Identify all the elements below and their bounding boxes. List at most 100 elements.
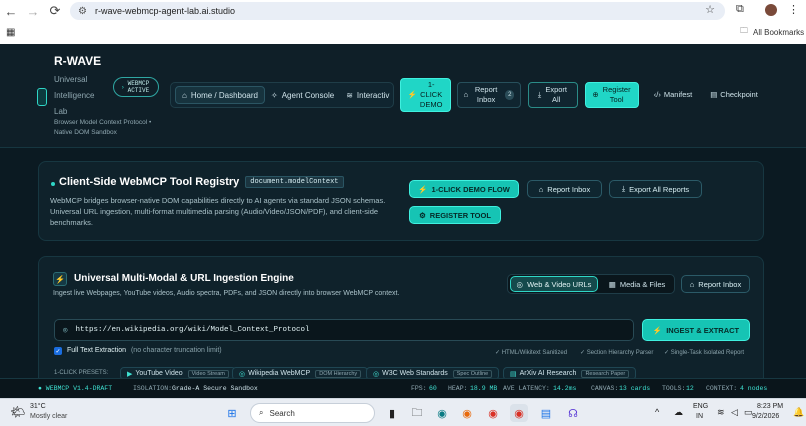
apps-grid-icon[interactable]: ▦: [6, 27, 15, 38]
ingest-report-inbox-button[interactable]: ⌂ Report Inbox: [681, 275, 750, 293]
tools-label: TOOLS:: [662, 385, 686, 392]
badge-section-parser: ✓ Section Hierarchy Parser: [580, 350, 654, 356]
folder-icon: 🗀: [740, 26, 748, 35]
fulltext-label: Full Text Extraction (no character trunc…: [67, 347, 222, 354]
weather-temp: 31°C: [30, 403, 46, 410]
plus-icon: ⚙: [419, 210, 426, 220]
site-info-icon[interactable]: ⚙: [78, 6, 87, 17]
registry-register-tool-button[interactable]: ⚙ REGISTER TOOL: [409, 206, 501, 224]
agent-icon: ✧: [271, 90, 278, 100]
tab-web-video[interactable]: ◎ Web & Video URLs: [510, 276, 598, 292]
forward-icon[interactable]: →: [22, 0, 44, 22]
home-icon: ⌂: [182, 90, 187, 100]
app-root: R-WAVE Universal Intelligence Lab Browse…: [0, 44, 806, 398]
canvas-label: CANVAS:: [591, 385, 619, 392]
fulltext-checkbox[interactable]: ✓: [54, 347, 62, 355]
canvas-value: 13 cards: [619, 385, 651, 392]
checkpoint-button[interactable]: ▤ Checkpoint: [704, 86, 764, 104]
heap-value: 18.9 MB: [470, 385, 498, 392]
tab-agent-console[interactable]: ✧ Agent Console: [265, 86, 340, 104]
file-explorer-icon[interactable]: ▮: [383, 404, 401, 422]
chrome-icon[interactable]: ◉: [484, 404, 502, 422]
cloud-icon[interactable]: ☁: [674, 407, 683, 418]
register-tool-button[interactable]: ⊕ Register Tool: [585, 82, 639, 108]
demo-flow-button[interactable]: ⚡ 1-CLICK DEMO FLOW: [409, 180, 519, 198]
demo-button[interactable]: ⚡ 1-CLICK DEMO: [400, 78, 451, 112]
chrome-active-icon[interactable]: ◉: [510, 404, 528, 422]
all-bookmarks-link[interactable]: All Bookmarks: [753, 28, 804, 37]
bookmark-star-icon[interactable]: ☆: [705, 3, 715, 16]
ingest-extract-button[interactable]: ⚡ INGEST & EXTRACT: [642, 319, 750, 341]
spark-icon: ⚡: [407, 90, 418, 99]
globe-icon: ◎: [516, 279, 524, 289]
globe-icon: ◎: [63, 327, 68, 335]
ingest-title: Universal Multi-Modal & URL Ingestion En…: [74, 273, 294, 284]
latency-label: AVE LATENCY:: [503, 385, 550, 392]
title-dot-icon: [51, 182, 55, 186]
fps-label: FPS:: [411, 385, 427, 392]
fps-value: 60: [429, 385, 437, 392]
folder-icon[interactable]: 🗀: [408, 404, 426, 422]
extensions-icon[interactable]: ⧉: [736, 3, 744, 16]
tab-interactive[interactable]: ≋ Interactiv: [340, 86, 393, 104]
weather-desc: Mostly clear: [30, 413, 68, 420]
notification-icon[interactable]: 🔔: [793, 407, 804, 418]
clock-time[interactable]: 8:23 PM: [757, 403, 783, 410]
app-header: R-WAVE Universal Intelligence Lab Browse…: [0, 44, 806, 148]
brand-title: R-WAVE: [54, 54, 102, 68]
back-icon[interactable]: ←: [0, 0, 22, 22]
status-dot-icon: ›: [121, 83, 125, 91]
code-icon: ‹/›: [653, 90, 661, 99]
play-icon: ▶: [127, 370, 133, 378]
windows-start-icon[interactable]: ⊞: [223, 404, 241, 422]
manifest-button[interactable]: ‹/› Manifest: [648, 86, 698, 104]
tray-chevron-icon[interactable]: ^: [655, 407, 659, 417]
grid-icon: ▦: [608, 279, 616, 289]
registry-card: Client-Side WebMCP Tool Registry documen…: [38, 161, 764, 241]
taskbar-search[interactable]: ⌕ Search: [250, 403, 375, 423]
language-sub: IN: [696, 413, 703, 420]
volume-icon[interactable]: ◁: [731, 407, 738, 418]
badge-isolated-report: ✓ Single-Task Isolated Report: [664, 350, 745, 356]
report-inbox-button[interactable]: ⌂ Report Inbox 2: [457, 82, 521, 108]
os-taskbar: 🌤 31°C Mostly clear ⊞ ⌕ Search ▮ 🗀 ◉ ◉ ◉…: [0, 398, 806, 426]
url-input[interactable]: ◎ https://en.wikipedia.org/wiki/Model_Co…: [54, 319, 634, 341]
registry-report-inbox-button[interactable]: ⌂ Report Inbox: [527, 180, 602, 198]
tab-media-files[interactable]: ▦ Media & Files: [602, 276, 672, 292]
status-bar: ● WEBMCP V1.4-DRAFT ISOLATION: Grade-A S…: [0, 378, 806, 398]
brand-line-2: Intelligence: [54, 91, 95, 100]
avatar[interactable]: [765, 4, 777, 16]
weather-icon[interactable]: 🌤: [10, 405, 25, 419]
clock-date: 9/2/2026: [752, 413, 780, 420]
headset-icon[interactable]: ☊: [564, 404, 582, 422]
doc-icon: ▤: [510, 370, 517, 378]
context-label: CONTEXT:: [706, 385, 738, 392]
file-icon: ▤: [710, 90, 718, 99]
firefox-icon[interactable]: ◉: [458, 404, 476, 422]
export-all-button[interactable]: ⤓ Export All: [528, 82, 578, 108]
address-bar[interactable]: ⚙ r-wave-webmcp-agent-lab.ai.studio ☆: [70, 2, 725, 20]
inbox-icon: ⌂: [538, 184, 544, 194]
language-label[interactable]: ENG: [693, 403, 708, 410]
spark-icon: ⚡: [652, 325, 663, 335]
latency-value: 14.2ms: [553, 385, 577, 392]
ingest-engine-icon: ⚡: [53, 272, 67, 286]
export-reports-button[interactable]: ⤓ Export All Reports: [609, 180, 702, 198]
heap-label: HEAP:: [448, 385, 468, 392]
reload-icon[interactable]: ⟳: [44, 0, 66, 22]
wifi-icon[interactable]: ≋: [717, 407, 725, 418]
notes-icon[interactable]: ▤: [537, 404, 555, 422]
inbox-icon: ⌂: [463, 90, 469, 99]
isolation-value: Grade-A Secure Sandbox: [172, 385, 258, 392]
search-icon: ⌕: [259, 408, 264, 417]
context-value: 4 nodes: [740, 385, 768, 392]
menu-icon[interactable]: ⋮: [788, 3, 799, 16]
webmcp-status-pill: › WEBMCP ACTIVE: [113, 77, 159, 97]
layers-icon: ≋: [346, 90, 353, 100]
tab-home[interactable]: ⌂ Home / Dashboard: [175, 86, 265, 104]
download-icon: ⤓: [537, 90, 542, 99]
edge-icon[interactable]: ◉: [433, 404, 451, 422]
spark-icon: ⚡: [418, 184, 428, 194]
download-icon: ⤓: [621, 184, 626, 193]
logo-icon: [37, 88, 47, 106]
